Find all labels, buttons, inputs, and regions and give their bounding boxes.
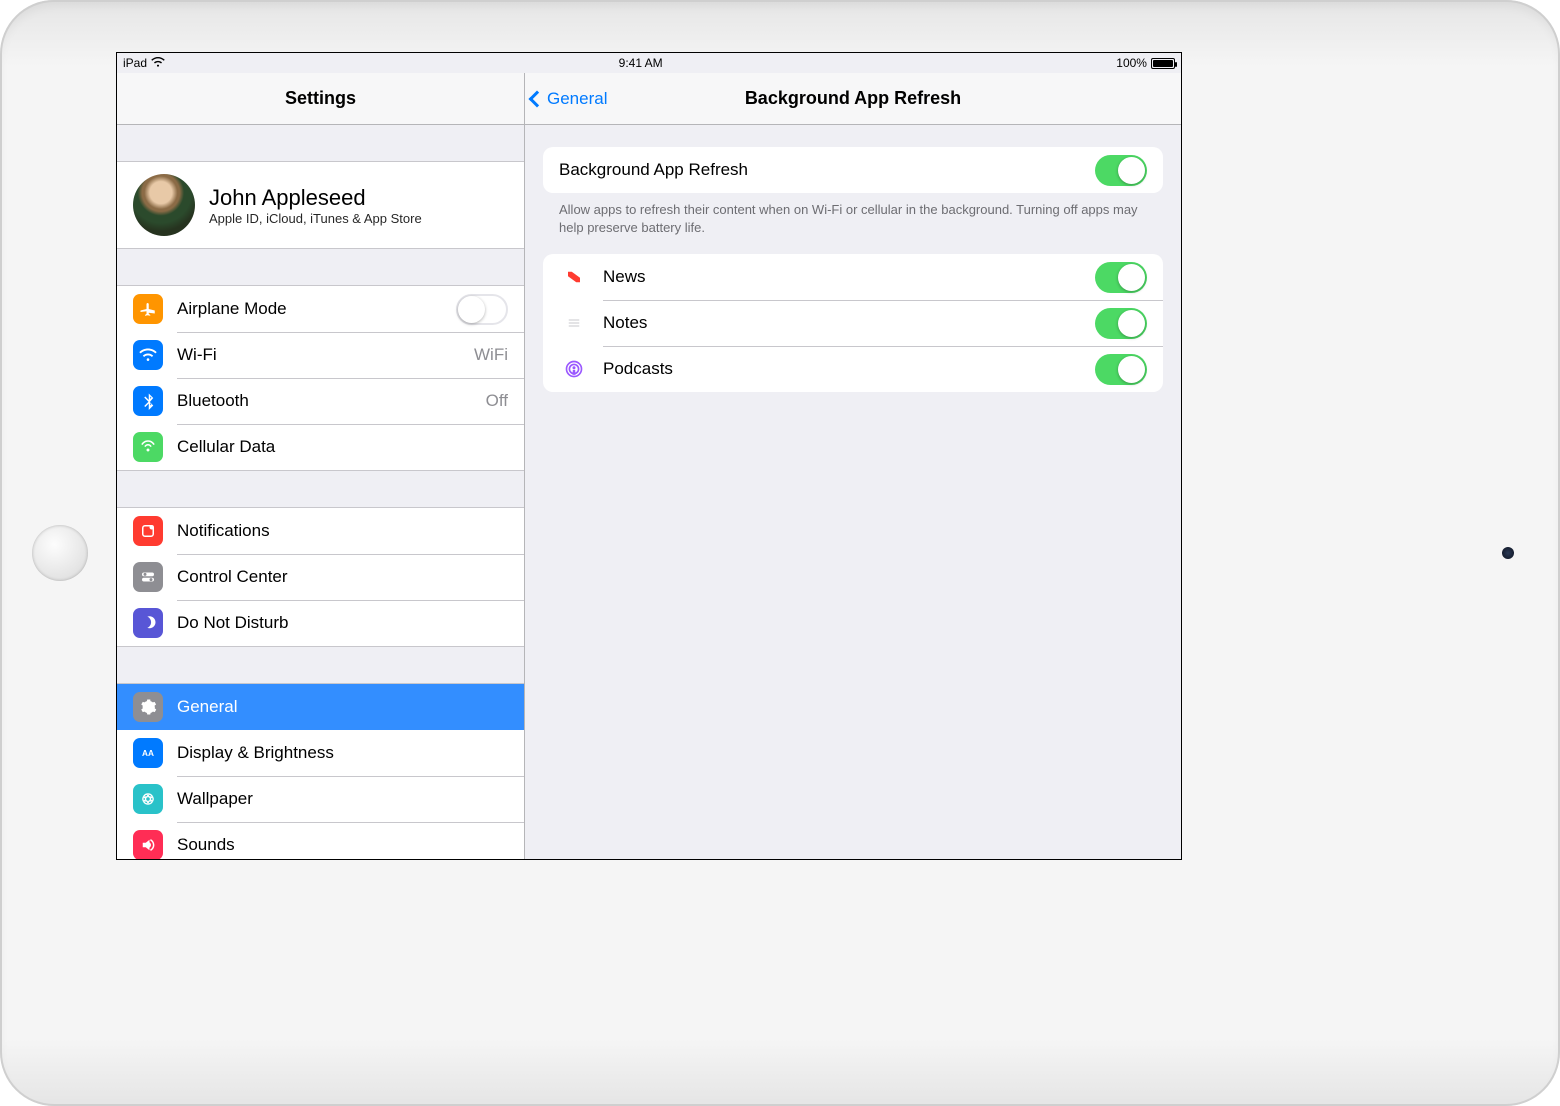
sidebar-title: Settings (117, 73, 524, 125)
wifi-icon (151, 55, 165, 72)
sidebar-item-general[interactable]: General (117, 684, 524, 730)
device-label: iPad (123, 56, 147, 70)
wallpaper-icon (133, 784, 163, 814)
back-label: General (547, 89, 607, 109)
avatar (133, 174, 195, 236)
battery-icon (1151, 58, 1175, 69)
sidebar-item-label: Bluetooth (177, 391, 472, 411)
notes-icon (559, 308, 589, 338)
background-app-refresh-toggle[interactable] (1095, 155, 1147, 186)
podcasts-icon (559, 354, 589, 384)
airplane-mode-toggle[interactable] (456, 294, 508, 325)
detail-pane: General Background App Refresh Backgroun… (525, 73, 1181, 859)
background-app-refresh-row: Background App Refresh (543, 147, 1163, 193)
profile-subtitle: Apple ID, iCloud, iTunes & App Store (209, 211, 422, 226)
apple-id-row[interactable]: John Appleseed Apple ID, iCloud, iTunes … (117, 161, 524, 249)
screen: iPad 9:41 AM 100% Settings (116, 52, 1182, 860)
bluetooth-value: Off (486, 391, 508, 411)
moon-icon (133, 608, 163, 638)
chevron-left-icon (529, 90, 546, 107)
profile-name: John Appleseed (209, 185, 422, 211)
sidebar-item-notifications[interactable]: Notifications (117, 508, 524, 554)
wifi-settings-icon (133, 340, 163, 370)
sidebar-item-label: Airplane Mode (177, 299, 442, 319)
sounds-icon (133, 830, 163, 859)
sidebar-item-label: Do Not Disturb (177, 613, 508, 633)
detail-header: General Background App Refresh (525, 73, 1181, 125)
sidebar-group-1: Airplane Mode Wi-Fi WiFi (117, 285, 524, 471)
svg-text:AA: AA (142, 749, 154, 758)
sidebar-item-wallpaper[interactable]: Wallpaper (117, 776, 524, 822)
bluetooth-icon (133, 386, 163, 416)
camera-icon (1502, 547, 1514, 559)
ipad-frame: iPad 9:41 AM 100% Settings (0, 0, 1560, 1106)
podcasts-toggle[interactable] (1095, 354, 1147, 385)
sidebar-item-label: Notifications (177, 521, 508, 541)
cellular-icon (133, 432, 163, 462)
settings-sidebar: Settings John Appleseed Apple ID, iCloud… (117, 73, 525, 859)
sidebar-item-label: General (177, 697, 508, 717)
app-row-news: News (543, 254, 1163, 300)
gear-icon (133, 692, 163, 722)
apps-group: News Notes (543, 254, 1163, 392)
sidebar-item-sounds[interactable]: Sounds (117, 822, 524, 859)
footer-note: Allow apps to refresh their content when… (543, 193, 1163, 254)
sidebar-item-label: Control Center (177, 567, 508, 587)
app-row-notes: Notes (543, 300, 1163, 346)
sidebar-item-airplane-mode[interactable]: Airplane Mode (117, 286, 524, 332)
sidebar-group-3: General AA Display & Brightness (117, 683, 524, 859)
news-toggle[interactable] (1095, 262, 1147, 293)
sidebar-item-label: Wi-Fi (177, 345, 460, 365)
master-toggle-label: Background App Refresh (559, 160, 1081, 180)
master-toggle-group: Background App Refresh (543, 147, 1163, 193)
sidebar-item-control-center[interactable]: Control Center (117, 554, 524, 600)
display-icon: AA (133, 738, 163, 768)
sidebar-item-label: Display & Brightness (177, 743, 508, 763)
control-center-icon (133, 562, 163, 592)
status-time: 9:41 AM (619, 56, 663, 70)
sidebar-item-cellular-data[interactable]: Cellular Data (117, 424, 524, 470)
status-bar: iPad 9:41 AM 100% (117, 53, 1181, 73)
news-icon (559, 262, 589, 292)
wifi-value: WiFi (474, 345, 508, 365)
battery-percent: 100% (1116, 56, 1147, 70)
notifications-icon (133, 516, 163, 546)
sidebar-item-display-brightness[interactable]: AA Display & Brightness (117, 730, 524, 776)
sidebar-item-label: Wallpaper (177, 789, 508, 809)
home-button[interactable] (32, 525, 88, 581)
sidebar-item-wifi[interactable]: Wi-Fi WiFi (117, 332, 524, 378)
sidebar-group-2: Notifications Control Center (117, 507, 524, 647)
app-row-podcasts: Podcasts (543, 346, 1163, 392)
page-title: Background App Refresh (525, 88, 1181, 109)
sidebar-item-do-not-disturb[interactable]: Do Not Disturb (117, 600, 524, 646)
app-label: News (603, 267, 1081, 287)
notes-toggle[interactable] (1095, 308, 1147, 339)
sidebar-item-bluetooth[interactable]: Bluetooth Off (117, 378, 524, 424)
sidebar-item-label: Cellular Data (177, 437, 508, 457)
app-label: Podcasts (603, 359, 1081, 379)
back-button[interactable]: General (525, 89, 607, 109)
airplane-icon (133, 294, 163, 324)
app-label: Notes (603, 313, 1081, 333)
sidebar-item-label: Sounds (177, 835, 508, 855)
